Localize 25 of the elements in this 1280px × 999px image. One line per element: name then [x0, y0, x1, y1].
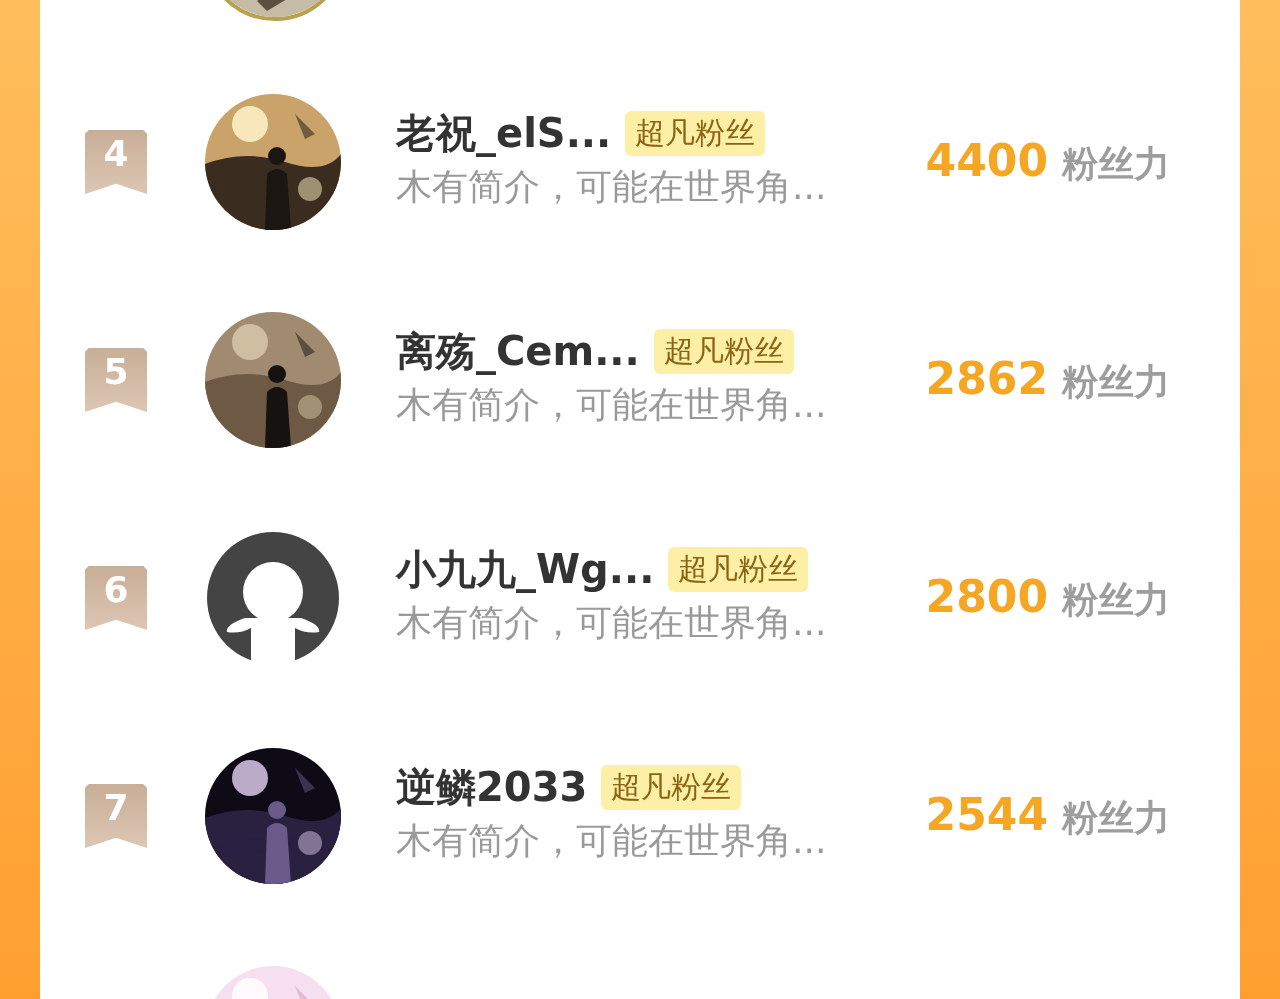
- score-unit: 粉丝力: [1062, 578, 1170, 622]
- fan-level-tag: 超凡粉丝: [668, 547, 809, 592]
- fan-name: 离殇_Cem...: [396, 327, 640, 377]
- avatar-icon: [205, 530, 341, 666]
- fan-level-tag: 超凡粉丝: [601, 765, 742, 810]
- fan-score: 4400: [925, 135, 1048, 186]
- fan-bio: 木有简介，可能在世界角...: [396, 819, 828, 863]
- score-unit: 粉丝力: [1062, 360, 1170, 404]
- fan-name: 小九九_Wg...: [396, 545, 655, 595]
- fan-bio: 木有简介，可能在世界角...: [396, 601, 828, 645]
- fan-bio: 木有简介，可能在世界角...: [396, 383, 828, 427]
- fan-level-tag: 超凡粉丝: [625, 111, 766, 156]
- rank-ribbon: 5: [85, 348, 147, 412]
- rank-ribbon: 6: [85, 566, 147, 630]
- fan-score: 2862: [925, 353, 1048, 404]
- fan-name: 老祝_elS...: [396, 109, 612, 159]
- fan-score: 2544: [925, 789, 1048, 840]
- fan-score: 2800: [925, 571, 1048, 622]
- fan-level-tag: 超凡粉丝: [653, 329, 794, 374]
- rank-ribbon: 4: [85, 130, 147, 194]
- score-unit: 粉丝力: [1062, 142, 1170, 186]
- score-unit: 粉丝力: [1062, 796, 1170, 840]
- fan-bio: 木有简介，可能在世界角...: [396, 165, 828, 209]
- fan-name: 逆鳞2033: [396, 763, 588, 812]
- rank-ribbon: 7: [85, 784, 147, 848]
